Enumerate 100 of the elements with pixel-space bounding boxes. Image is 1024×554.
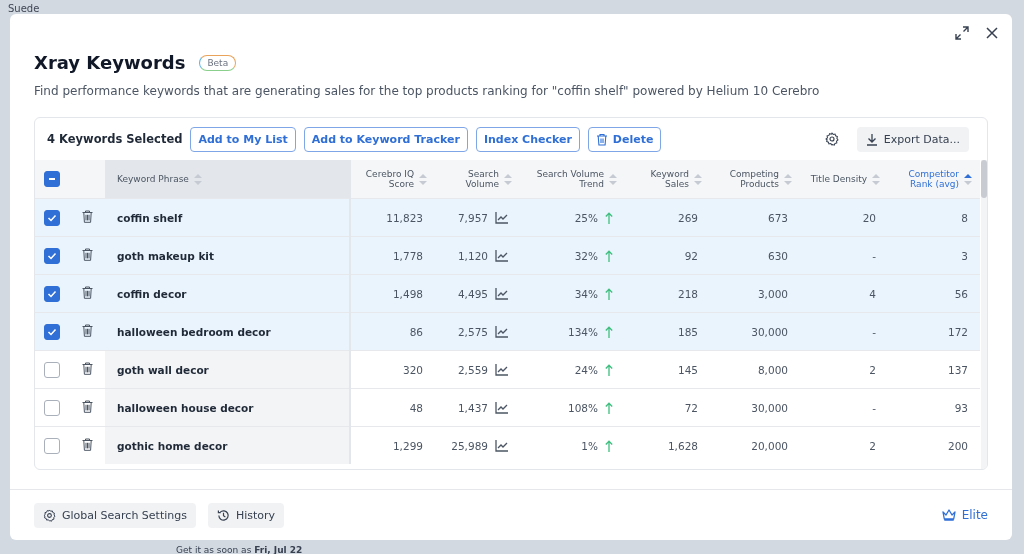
trash-icon[interactable] xyxy=(81,324,93,337)
check-icon xyxy=(47,212,57,223)
crown-icon xyxy=(941,509,956,521)
table-cell: - xyxy=(872,325,876,338)
table-cell: 2,559 xyxy=(457,363,488,376)
row-checkbox[interactable] xyxy=(44,209,60,226)
table-row[interactable]: gothic home decor 1,299 25,989 1% 1,628 20,000 2 200 xyxy=(35,426,980,464)
table-cell: 20 xyxy=(862,211,876,224)
table-cell: 145 xyxy=(677,363,698,376)
action-button[interactable]: Index Checker xyxy=(475,126,580,152)
table-row[interactable]: halloween bedroom decor 86 2,575 134% 185 30,000 - 172 xyxy=(35,312,980,351)
table-cell: 24% xyxy=(574,363,598,376)
table-row[interactable]: goth makeup kit 1,778 1,120 32% 92 630 - 3 xyxy=(35,236,980,275)
elite-link[interactable]: Elite xyxy=(941,508,988,522)
table-cell: 32% xyxy=(574,249,598,262)
row-checkbox[interactable] xyxy=(44,437,60,454)
table-cell: 269 xyxy=(677,211,698,224)
table-cell: 2,575 xyxy=(457,325,488,338)
description-text: Find performance keywords that are generating sales for the top products ranking for "coffin shelf" powered by Helium 10 Cerebro xyxy=(34,84,821,98)
arrow-up-icon xyxy=(605,249,613,262)
table-cell: 630 xyxy=(767,249,788,262)
table-cell: 25,989 xyxy=(451,439,488,452)
arrow-up-icon xyxy=(605,363,613,376)
table-cell: 11,823 xyxy=(386,211,423,224)
keyword-phrase: halloween bedroom decor xyxy=(117,325,271,338)
line-chart-icon[interactable] xyxy=(495,249,508,262)
table-cell: 320 xyxy=(402,363,423,376)
table-cell: 72 xyxy=(684,401,698,414)
close-icon[interactable] xyxy=(986,27,998,39)
table-cell: 3,000 xyxy=(757,287,788,300)
row-checkbox[interactable] xyxy=(44,285,60,302)
table-cell: 1,437 xyxy=(457,401,488,414)
trash-icon[interactable] xyxy=(81,248,93,261)
export-button[interactable]: Export Data... xyxy=(856,126,969,152)
table-cell: 673 xyxy=(767,211,788,224)
settings-icon[interactable] xyxy=(824,132,839,146)
row-checkbox[interactable] xyxy=(44,361,60,378)
delete-button[interactable]: Delete xyxy=(587,126,662,152)
table-cell: 137 xyxy=(947,363,968,376)
download-icon xyxy=(865,132,878,146)
action-button[interactable]: Add to My List xyxy=(190,126,296,152)
check-icon xyxy=(47,326,57,337)
table-cell: 86 xyxy=(409,325,423,338)
table-row[interactable]: coffin decor 1,498 4,495 34% 218 3,000 4 56 xyxy=(35,274,980,313)
scrollbar[interactable] xyxy=(981,160,987,469)
table-cell: 2 xyxy=(869,439,876,452)
table-cell: 1,628 xyxy=(667,439,698,452)
keyword-phrase: halloween house decor xyxy=(117,401,254,414)
trash-icon[interactable] xyxy=(81,362,93,375)
table-cell: - xyxy=(872,249,876,262)
keyword-phrase: gothic home decor xyxy=(117,439,228,452)
table-row[interactable]: goth wall decor 320 2,559 24% 145 8,000 2 137 xyxy=(35,350,980,389)
table-cell: 3 xyxy=(961,249,968,262)
table-cell: 185 xyxy=(677,325,698,338)
settings-icon xyxy=(43,508,56,522)
trash-icon xyxy=(595,132,608,146)
sort-icon[interactable] xyxy=(964,172,972,186)
table-cell: 172 xyxy=(947,325,968,338)
table-row[interactable]: coffin shelf 11,823 7,957 25% 269 673 20 8 xyxy=(35,198,980,237)
background-text: Suede xyxy=(8,3,40,14)
table-cell: 7,957 xyxy=(457,211,488,224)
line-chart-icon[interactable] xyxy=(495,363,508,376)
column-header[interactable]: Title Density xyxy=(810,174,867,184)
table-cell: 30,000 xyxy=(751,325,788,338)
keyword-phrase: goth wall decor xyxy=(117,363,209,376)
trash-icon[interactable] xyxy=(81,286,93,299)
row-checkbox[interactable] xyxy=(44,399,60,416)
trash-icon[interactable] xyxy=(81,438,93,451)
select-all-checkbox[interactable] xyxy=(44,171,60,187)
row-checkbox[interactable] xyxy=(44,323,60,340)
arrow-up-icon xyxy=(605,287,613,300)
line-chart-icon[interactable] xyxy=(495,211,508,224)
table-cell: 34% xyxy=(574,287,598,300)
line-chart-icon[interactable] xyxy=(495,439,508,452)
table-cell: 4 xyxy=(869,287,876,300)
table-cell: 93 xyxy=(954,401,968,414)
row-checkbox[interactable] xyxy=(44,247,60,264)
history-button[interactable]: History xyxy=(208,502,285,528)
global-search-settings-button[interactable]: Global Search Settings xyxy=(34,502,196,528)
trash-icon[interactable] xyxy=(81,210,93,223)
column-header[interactable]: Keyword Phrase xyxy=(117,174,189,184)
table-cell: 1,498 xyxy=(392,287,423,300)
line-chart-icon[interactable] xyxy=(495,401,508,414)
line-chart-icon[interactable] xyxy=(495,287,508,300)
table-cell: 108% xyxy=(567,401,598,414)
trash-icon[interactable] xyxy=(81,400,93,413)
action-button[interactable]: Add to Keyword Tracker xyxy=(303,126,468,152)
arrow-up-icon xyxy=(605,211,613,224)
table-cell: 4,495 xyxy=(457,287,488,300)
table-cell: 1,120 xyxy=(457,249,488,262)
table-cell: 48 xyxy=(409,401,423,414)
arrow-up-icon xyxy=(605,401,613,414)
table-cell: 200 xyxy=(947,439,968,452)
table-row[interactable]: halloween house decor 48 1,437 108% 72 30,000 - 93 xyxy=(35,388,980,427)
line-chart-icon[interactable] xyxy=(495,325,508,338)
arrow-up-icon xyxy=(605,325,613,338)
arrow-up-icon xyxy=(605,439,613,452)
expand-icon[interactable] xyxy=(955,26,969,40)
table-cell: 92 xyxy=(684,249,698,262)
table-cell: 1% xyxy=(581,439,598,452)
